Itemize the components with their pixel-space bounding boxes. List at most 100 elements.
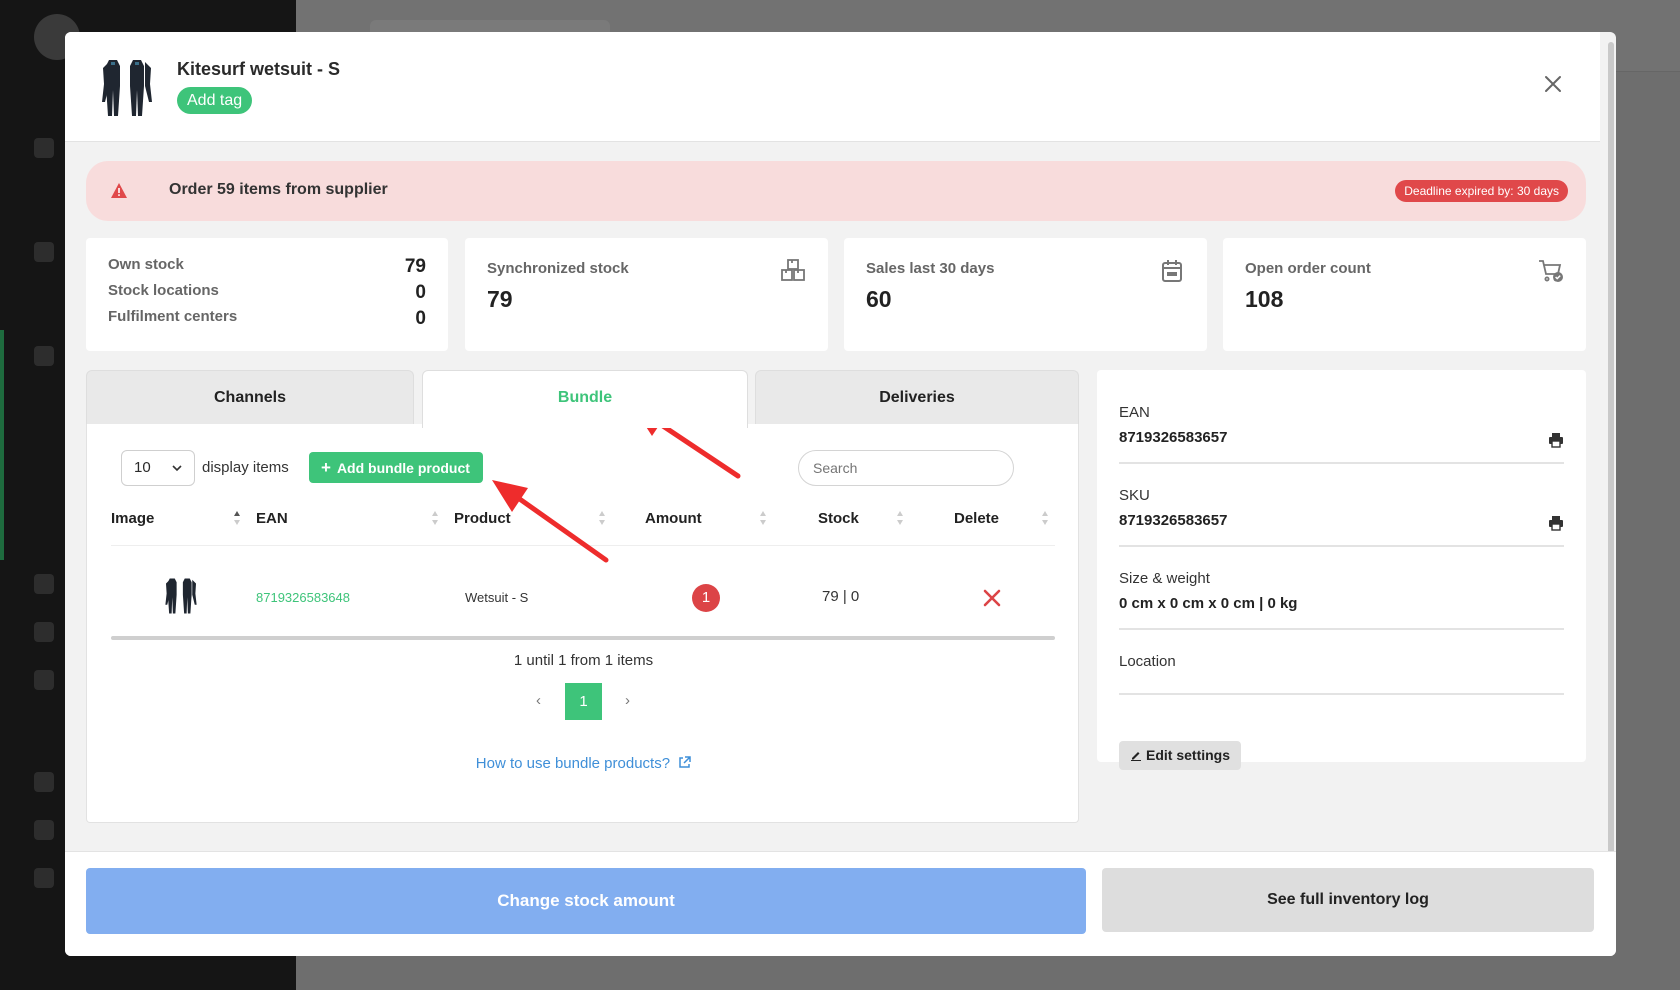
page-size-select[interactable]: 10 [121, 450, 195, 486]
stat-label: Synchronized stock [487, 260, 629, 277]
modal-scrollbar[interactable] [1608, 42, 1614, 854]
sort-icon[interactable] [431, 510, 439, 526]
delete-icon[interactable] [983, 589, 1001, 607]
help-link[interactable]: How to use bundle products? [87, 755, 1080, 772]
stock-locations-value: 0 [415, 282, 426, 303]
divider [1119, 545, 1564, 547]
tabs-panel: Channels Bundle Deliveries 10 display it… [86, 370, 1079, 823]
sidebar-icon [34, 622, 54, 642]
sku-block: SKU 8719326583657 [1119, 487, 1564, 547]
help-link-text: How to use bundle products? [475, 755, 671, 772]
size-weight-label: Size & weight [1119, 570, 1210, 587]
own-stock-row: Own stock 79 [108, 256, 426, 278]
sku-label: SKU [1119, 487, 1150, 504]
stock-value: 79 | 0 [822, 588, 860, 605]
pagination-prev[interactable]: ‹ [536, 692, 541, 709]
sort-icon[interactable] [896, 510, 904, 526]
divider [1119, 628, 1564, 630]
add-tag-button[interactable]: Add tag [177, 87, 253, 114]
own-stock-card: Own stock 79 Stock locations 0 Fulfilmen… [86, 238, 448, 351]
table-horizontal-scrollbar[interactable] [111, 636, 1055, 640]
change-stock-amount-button[interactable]: Change stock amount [86, 868, 1086, 934]
size-weight-block: Size & weight 0 cm x 0 cm x 0 cm | 0 kg [1119, 570, 1564, 630]
column-header-ean[interactable]: EAN [256, 510, 288, 527]
plus-icon: + [321, 458, 331, 477]
sort-icon[interactable] [598, 510, 606, 526]
ean-value: 8719326583657 [1119, 429, 1228, 446]
ean-label: EAN [1119, 404, 1150, 421]
ean-block: EAN 8719326583657 [1119, 404, 1564, 464]
fulfilment-centers-value: 0 [415, 308, 426, 329]
tab-deliveries[interactable]: Deliveries [755, 370, 1079, 426]
cart-check-icon [1539, 260, 1563, 282]
tab-channels[interactable]: Channels [86, 370, 414, 426]
size-weight-value: 0 cm x 0 cm x 0 cm | 0 kg [1119, 595, 1298, 612]
fulfilment-centers-row: Fulfilment centers 0 [108, 308, 426, 330]
table-divider [111, 545, 1055, 546]
pagination-info: 1 until 1 from 1 items [513, 652, 654, 669]
wetsuit-product-image [102, 60, 152, 116]
printer-icon[interactable] [1548, 432, 1564, 448]
add-bundle-label: Add bundle product [336, 460, 470, 476]
wetsuit-thumbnail [165, 578, 197, 614]
close-icon[interactable] [1541, 72, 1565, 96]
warning-icon [111, 183, 127, 198]
fulfilment-centers-label: Fulfilment centers [108, 308, 238, 325]
stat-label: Open order count [1245, 260, 1371, 277]
stock-locations-row: Stock locations 0 [108, 282, 426, 304]
pencil-icon [1131, 752, 1141, 761]
sales-card: Sales last 30 days 60 [844, 238, 1207, 351]
amount-badge: 1 [692, 584, 720, 612]
page-size-value: 10 [134, 459, 151, 476]
column-header-stock[interactable]: Stock [818, 510, 859, 527]
location-block: Location [1119, 653, 1564, 696]
display-items-label: display items [202, 459, 289, 476]
sort-icon[interactable] [759, 510, 767, 526]
sidebar-icon [34, 138, 54, 158]
sidebar-icon [34, 820, 54, 840]
bundle-tab-content: 10 display items + Add bundle product Ima… [86, 424, 1079, 823]
boxes-icon [781, 259, 805, 281]
product-name: Wetsuit - S [465, 590, 529, 605]
sidebar-icon [34, 868, 54, 888]
sort-icon[interactable] [1041, 510, 1049, 526]
modal-header: Kitesurf wetsuit - S Add tag [65, 32, 1600, 142]
sort-icon[interactable] [233, 510, 241, 526]
divider [1119, 462, 1564, 464]
stat-value: 79 [487, 286, 513, 312]
deadline-badge: Deadline expired by: 30 days [1395, 180, 1568, 202]
inventory-log-button[interactable]: See full inventory log [1102, 868, 1594, 932]
product-title: Kitesurf wetsuit - S [177, 59, 341, 79]
column-header-product[interactable]: Product [454, 510, 511, 527]
column-header-amount[interactable]: Amount [645, 510, 702, 527]
external-link-icon [679, 756, 691, 768]
column-header-delete[interactable]: Delete [954, 510, 999, 527]
sidebar-icon [34, 346, 54, 366]
add-bundle-product-button[interactable]: + Add bundle product [309, 452, 483, 483]
divider [1119, 693, 1564, 695]
stat-label: Sales last 30 days [866, 260, 995, 277]
location-label: Location [1119, 653, 1176, 670]
sku-value: 8719326583657 [1119, 512, 1228, 529]
own-stock-label: Own stock [108, 256, 184, 273]
sidebar-icon [34, 574, 54, 594]
tab-bundle[interactable]: Bundle [422, 370, 748, 428]
pagination-next[interactable]: › [625, 692, 630, 709]
alert-message: Order 59 items from supplier [169, 181, 388, 198]
chevron-down-icon [172, 465, 182, 472]
modal-footer: Change stock amount See full inventory l… [65, 851, 1616, 956]
printer-icon[interactable] [1548, 515, 1564, 531]
edit-settings-label: Edit settings [1146, 747, 1231, 763]
sidebar-icon [34, 670, 54, 690]
sidebar-active-indicator [0, 330, 4, 560]
pagination-page-1[interactable]: 1 [565, 683, 602, 720]
calendar-icon [1162, 260, 1182, 282]
synchronized-stock-card: Synchronized stock 79 [465, 238, 828, 351]
column-header-image[interactable]: Image [111, 510, 154, 527]
reorder-alert: Order 59 items from supplier Deadline ex… [86, 161, 1586, 221]
search-input[interactable] [798, 450, 1014, 486]
open-orders-card: Open order count 108 [1223, 238, 1586, 351]
ean-link[interactable]: 8719326583648 [256, 590, 350, 605]
own-stock-value: 79 [404, 256, 426, 277]
edit-settings-button[interactable]: Edit settings [1119, 741, 1242, 770]
